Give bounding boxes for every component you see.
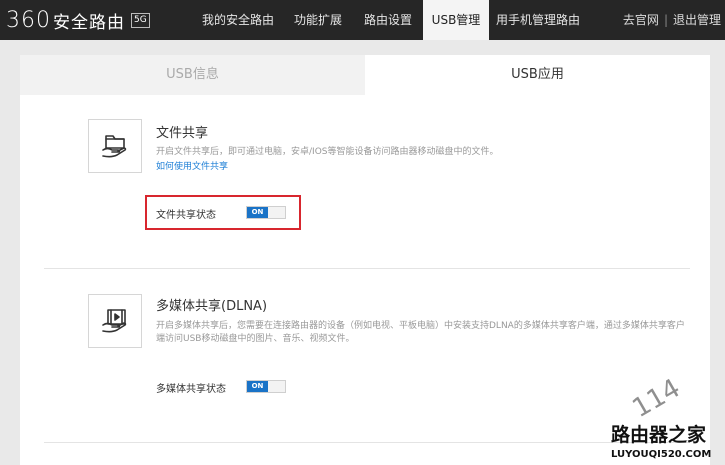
brand-name: 安全路由: [53, 12, 125, 33]
watermark-number: 114: [628, 373, 686, 424]
file-share-help-link[interactable]: 如何使用文件共享: [156, 159, 228, 172]
dlna-description-line2: 端访问USB移动磁盘中的图片、音乐、视频文件。: [156, 334, 355, 344]
file-share-description: 开启文件共享后，即可通过电脑，安卓/IOS等智能设备访问路由器移动磁盘中的文件。: [156, 147, 499, 157]
section-divider: [44, 268, 690, 269]
nav-extensions[interactable]: 功能扩展: [283, 0, 353, 40]
file-share-toggle[interactable]: ON: [246, 206, 286, 219]
watermark-name: 路由器之家: [611, 423, 707, 446]
top-links-separator: |: [663, 13, 668, 27]
brand-logo[interactable]: 360 安全路由 5G: [6, 6, 150, 34]
tab-usb-apps[interactable]: USB应用: [365, 55, 710, 95]
dlna-toggle-state: ON: [247, 381, 268, 392]
subtab-bar: USB信息 USB应用: [20, 55, 710, 95]
top-links: 去官网 | 退出管理: [623, 0, 721, 40]
tab-usb-info[interactable]: USB信息: [20, 55, 365, 95]
nav-mobile-management[interactable]: 用手机管理路由: [489, 0, 587, 40]
dlna-toggle[interactable]: ON: [246, 380, 286, 393]
official-site-link[interactable]: 去官网: [623, 0, 659, 40]
watermark-domain: LUYOUQI520.COM: [611, 449, 711, 460]
section-divider-bottom: [44, 442, 690, 443]
site-watermark: 114 路由器之家 LUYOUQI520.COM: [605, 363, 723, 463]
dlna-status-label: 多媒体共享状态: [156, 384, 226, 395]
dlna-title: 多媒体共享(DLNA): [156, 299, 268, 314]
media-hand-icon: [88, 294, 142, 348]
logout-link[interactable]: 退出管理: [673, 0, 721, 40]
nav-my-router[interactable]: 我的安全路由: [193, 0, 283, 40]
brand-number: 360: [6, 7, 51, 33]
main-nav: 我的安全路由 功能扩展 路由设置 USB管理 用手机管理路由: [193, 0, 587, 40]
brand-badge: 5G: [131, 12, 150, 28]
nav-router-settings[interactable]: 路由设置: [353, 0, 423, 40]
file-share-title: 文件共享: [156, 126, 209, 141]
nav-usb-management[interactable]: USB管理: [423, 0, 489, 40]
file-share-toggle-state: ON: [247, 207, 268, 218]
top-navigation-bar: 360 安全路由 5G 我的安全路由 功能扩展 路由设置 USB管理 用手机管理…: [0, 0, 725, 40]
file-share-status-label: 文件共享状态: [156, 210, 216, 221]
folder-hand-icon: [88, 119, 142, 173]
